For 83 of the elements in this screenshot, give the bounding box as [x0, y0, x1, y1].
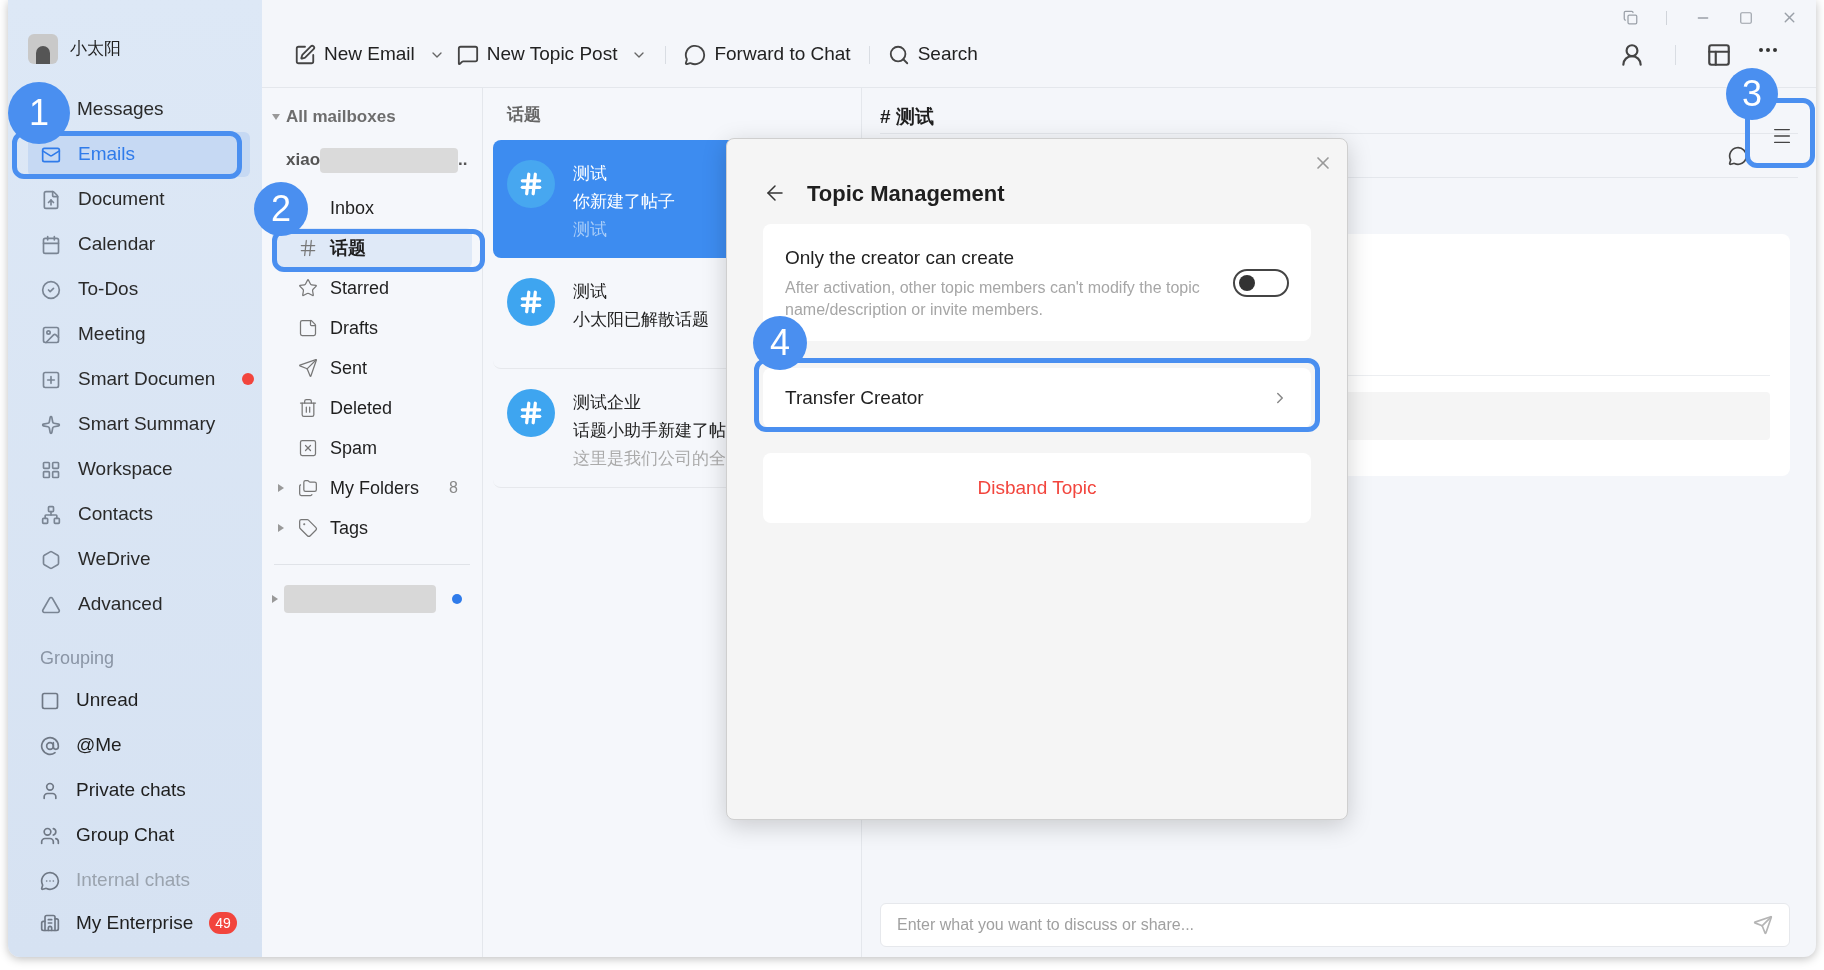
count-badge: 49 — [209, 912, 237, 934]
nav-item[interactable]: WeDrive — [28, 537, 250, 582]
nav-item[interactable]: Messages — [74, 87, 250, 132]
enterprise-item[interactable]: My Enterprise 49 — [28, 903, 250, 943]
account-name[interactable]: xiao — [286, 147, 321, 173]
group-item[interactable]: Unread — [28, 678, 250, 723]
contact-icon[interactable] — [1619, 41, 1645, 68]
topic-preview: 话题小助手新建了帖 — [573, 420, 726, 442]
people-icon — [40, 825, 60, 846]
image-icon — [41, 324, 61, 345]
nav-item[interactable]: Contacts — [28, 492, 250, 537]
nav-item[interactable]: Calendar — [28, 222, 250, 267]
building-icon — [40, 913, 60, 933]
topic-preview: 你新建了帖子 — [573, 191, 675, 213]
topic-detail: 这里是我们公司的全 — [573, 448, 726, 470]
section-label: Grouping — [39, 647, 116, 670]
grid-icon — [41, 459, 61, 480]
layout-icon[interactable] — [1706, 41, 1732, 68]
document-icon — [41, 189, 61, 210]
group-item[interactable]: @Me — [28, 723, 250, 768]
send-icon — [298, 358, 318, 378]
nav-item[interactable]: Workspace — [28, 447, 250, 492]
calendar-icon — [41, 234, 61, 255]
hexagon-icon — [41, 549, 61, 570]
topic-title: 测试 — [573, 163, 608, 185]
chat-bubble-icon — [40, 870, 60, 891]
list-title: 话题 — [505, 104, 542, 126]
nav-item[interactable]: To-Dos — [28, 267, 250, 312]
folder-item[interactable]: Spam — [272, 428, 472, 468]
hash-avatar — [507, 160, 555, 208]
disband-button[interactable]: Disband Topic — [763, 453, 1311, 523]
nav-item[interactable]: Document — [28, 177, 250, 222]
toolbar-button[interactable]: Forward to Chat — [678, 36, 857, 73]
topic-title: 测试企业 — [573, 392, 642, 414]
folder-icon — [298, 478, 318, 498]
tree-header[interactable]: All mailboxes — [272, 102, 472, 132]
person-icon — [40, 780, 60, 801]
plus-square-icon — [41, 369, 61, 390]
triangle-icon — [41, 594, 61, 615]
toolbar-button[interactable]: Search — [881, 36, 984, 73]
hash-avatar — [507, 389, 555, 437]
folder-item[interactable]: Deleted — [272, 388, 472, 428]
folder-item[interactable]: My Folders 8 — [272, 468, 472, 508]
toolbar-button[interactable]: New Topic Post — [450, 36, 654, 73]
folder-item[interactable]: Tags — [272, 508, 472, 548]
folder-item[interactable]: Starred — [272, 268, 472, 308]
trash-icon — [298, 398, 318, 418]
transfer-row[interactable]: Transfer Creator — [763, 368, 1311, 428]
compose-icon — [294, 43, 316, 66]
avatar[interactable] — [28, 34, 58, 64]
spam-icon — [298, 438, 318, 458]
topic-detail: 测试 — [573, 219, 608, 241]
folder-item[interactable]: Drafts — [272, 308, 472, 348]
nav-item[interactable]: Advanced — [28, 582, 250, 627]
hash-icon — [298, 238, 318, 258]
folder-item[interactable]: Inbox — [310, 188, 472, 228]
star-icon — [298, 278, 318, 298]
user-name: 小太阳 — [70, 38, 121, 61]
nav-item[interactable]: Smart Documen — [28, 357, 250, 402]
square-icon — [40, 690, 60, 711]
topic-title: 测试 — [573, 281, 608, 303]
nav-item[interactable]: Smart Summary — [28, 402, 250, 447]
sparkle-icon — [41, 414, 61, 435]
expand-triangle-icon — [272, 595, 278, 603]
note-icon — [298, 318, 318, 338]
search-icon — [887, 43, 910, 66]
folder-count: 8 — [449, 478, 458, 498]
conversation-title: # 测试 — [880, 105, 934, 130]
folder-item[interactable]: Sent — [272, 348, 472, 388]
topic-preview: 小太阳已解散话题 — [573, 309, 709, 331]
group-item[interactable]: Group Chat — [28, 813, 250, 858]
toolbar-button[interactable]: New Email — [288, 36, 451, 73]
hash-avatar — [507, 278, 555, 326]
tag-icon — [298, 518, 318, 538]
org-chart-icon — [41, 504, 61, 525]
group-item[interactable]: Private chats — [28, 768, 250, 813]
message-field[interactable]: Enter what you want to discuss or share... — [897, 913, 1753, 937]
account-ellipsis: .. — [458, 149, 468, 172]
checkmark-icon — [41, 279, 61, 300]
at-icon — [40, 735, 60, 756]
nav-item[interactable]: Meeting — [28, 312, 250, 357]
toggle-switch[interactable] — [1233, 268, 1289, 297]
message-input[interactable]: Enter what you want to discuss or share... — [880, 903, 1790, 947]
